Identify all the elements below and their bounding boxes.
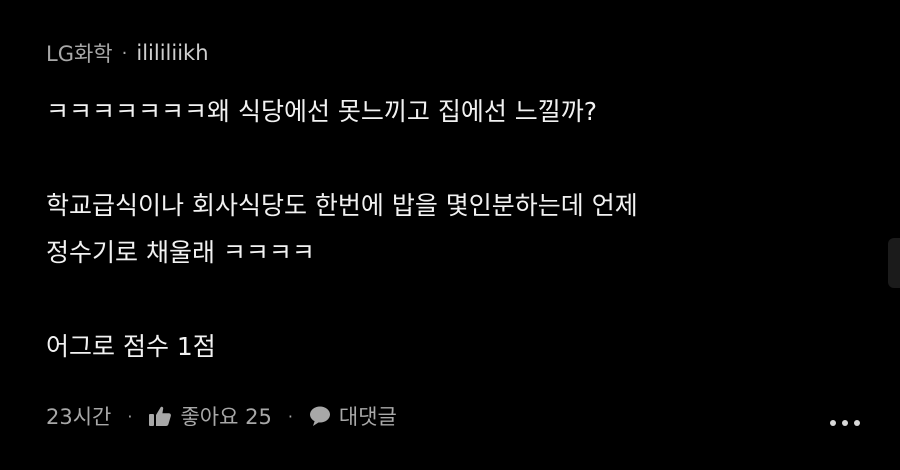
more-dots-icon xyxy=(854,420,860,426)
author-name[interactable]: LG화학 xyxy=(46,38,113,68)
like-button[interactable]: 좋아요 25 xyxy=(148,401,272,431)
scroll-handle[interactable] xyxy=(888,238,900,288)
thumbs-up-icon xyxy=(148,405,172,427)
timestamp: 23시간 xyxy=(46,405,112,429)
more-dots-icon xyxy=(830,420,836,426)
footer-separator: · xyxy=(287,406,293,426)
comment-actions: 23시간 · 좋아요 25 · 대댓글 xyxy=(46,401,397,431)
comment-body: ㅋㅋㅋㅋㅋㅋㅋ왜 식당에선 못느끼고 집에선 느낄까? 학교급식이나 회사식당도… xyxy=(46,88,866,370)
more-options-button[interactable] xyxy=(830,420,860,426)
comment-line: 학교급식이나 회사식당도 한번에 밥을 몇인분하는데 언제 xyxy=(46,191,638,220)
reply-button[interactable]: 대댓글 xyxy=(309,401,397,431)
comment-line: 정수기로 채울래 ㅋㅋㅋㅋ xyxy=(46,238,315,267)
comment-line: 어그로 점수 1점 xyxy=(46,332,216,361)
comment: LG화학 · ilililiikh ㅋㅋㅋㅋㅋㅋㅋ왜 식당에선 못느끼고 집에선… xyxy=(46,36,866,370)
footer-separator: · xyxy=(127,406,133,426)
more-dots-icon xyxy=(842,420,848,426)
comment-line: ㅋㅋㅋㅋㅋㅋㅋ왜 식당에선 못느끼고 집에선 느낄까? xyxy=(46,97,598,126)
reply-label: 대댓글 xyxy=(338,405,397,429)
speech-bubble-icon xyxy=(309,405,331,427)
username[interactable]: ilililiikh xyxy=(136,41,208,65)
comment-meta: LG화학 · ilililiikh xyxy=(46,36,866,70)
meta-separator: · xyxy=(121,42,128,64)
like-count: 좋아요 25 xyxy=(180,405,272,429)
